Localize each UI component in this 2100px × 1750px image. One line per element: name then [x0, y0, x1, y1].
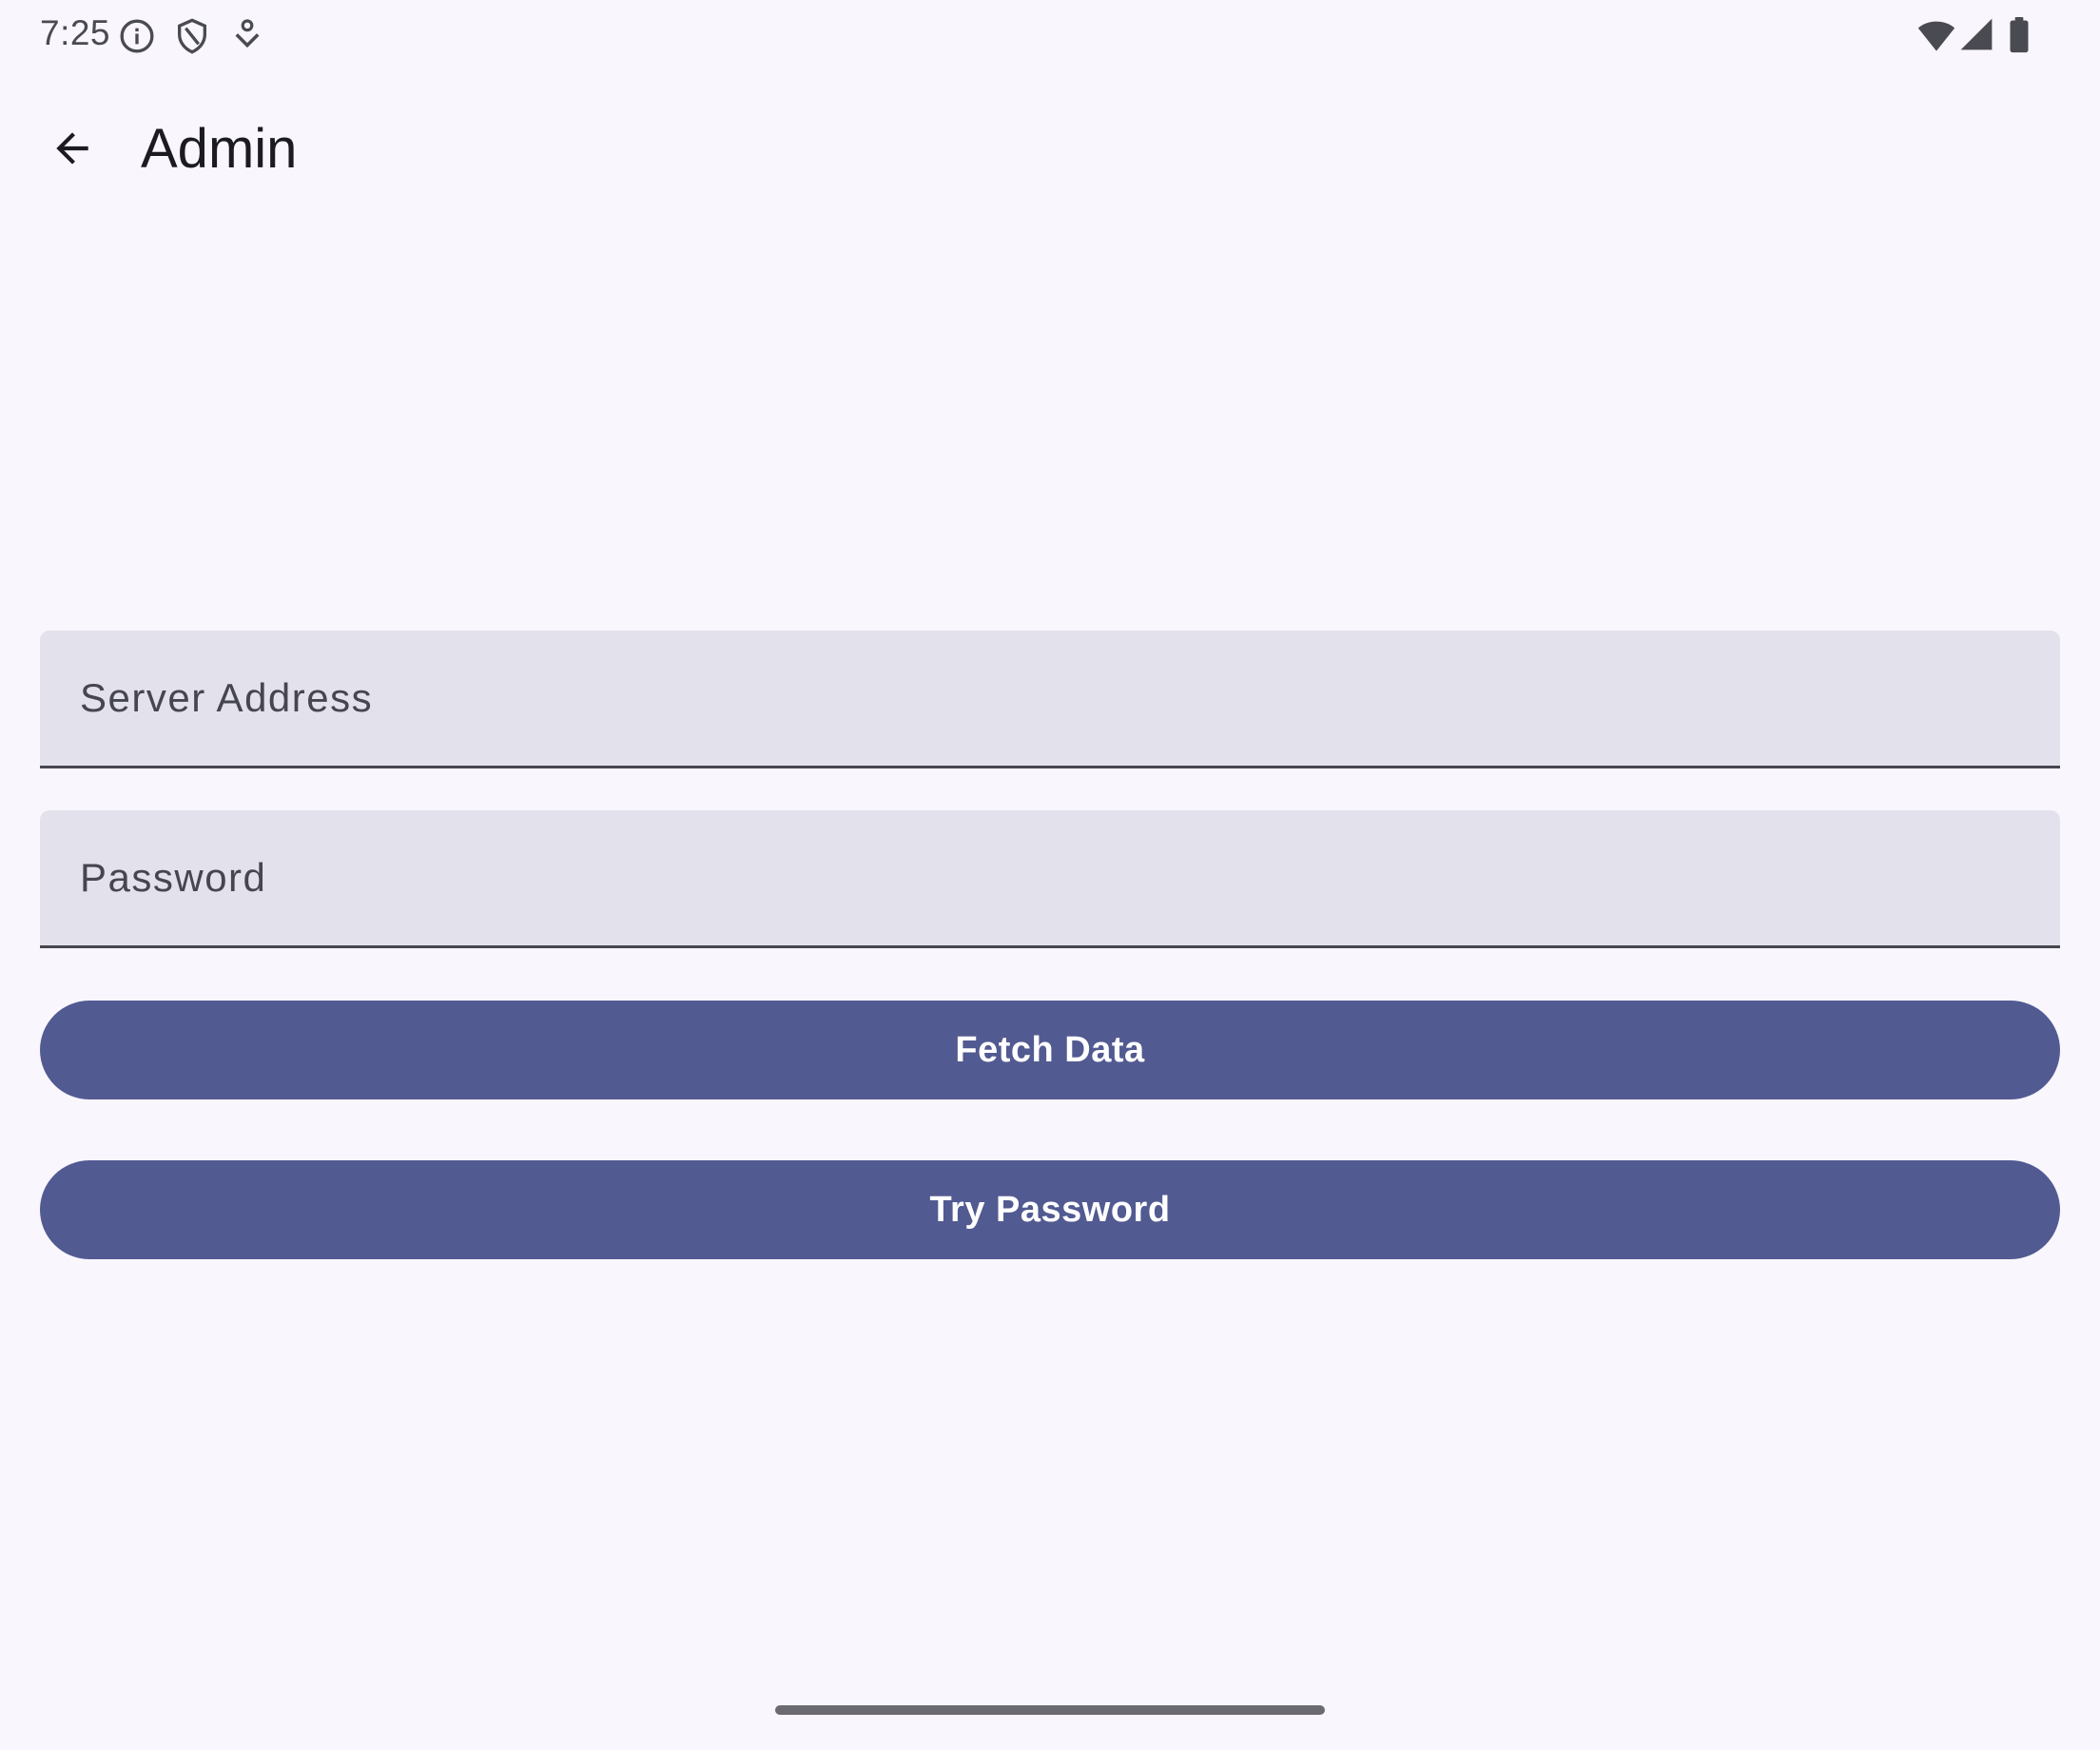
back-button[interactable] [32, 110, 112, 190]
admin-screen: 7:25 Admin Server Address Fetch Data Try… [0, 0, 2100, 1750]
wifi-icon [1917, 17, 1955, 58]
server-address-field[interactable] [40, 631, 2060, 768]
try-password-button[interactable]: Try Password [40, 1160, 2060, 1259]
status-time: 7:25 [40, 13, 111, 52]
status-bar: 7:25 [0, 0, 2100, 72]
battery-icon [2009, 17, 2030, 58]
shield-icon [173, 17, 211, 60]
password-field[interactable] [40, 810, 2060, 948]
password-input[interactable] [40, 810, 2060, 945]
info-icon [118, 17, 156, 60]
cell-signal-icon [1959, 17, 1993, 56]
gesture-nav-handle[interactable] [775, 1705, 1325, 1715]
download-icon [232, 17, 262, 60]
server-address-input[interactable] [40, 631, 2060, 766]
top-app-bar: Admin [0, 95, 2100, 207]
page-title: Admin [141, 118, 298, 180]
arrow-back-icon [49, 125, 96, 177]
fetch-data-button[interactable]: Fetch Data [40, 1001, 2060, 1099]
